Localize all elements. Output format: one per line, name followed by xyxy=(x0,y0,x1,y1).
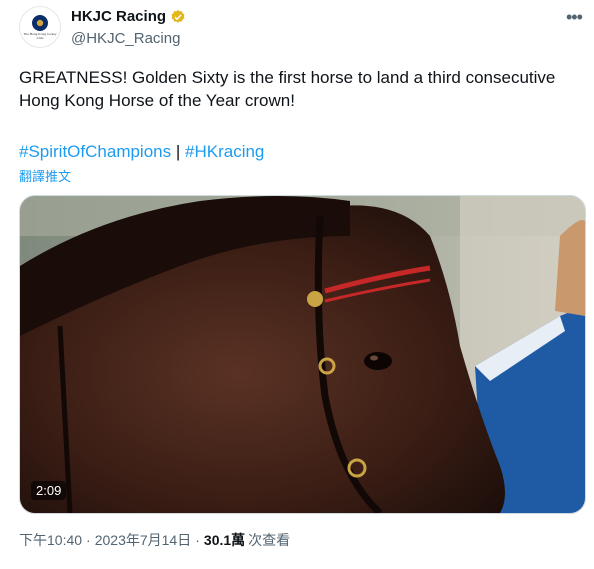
hashtag-separator: | xyxy=(175,142,181,161)
handle[interactable]: @HKJC_Racing xyxy=(71,30,180,47)
tweet-date[interactable]: 2023年7月14日 xyxy=(95,530,192,550)
hkjc-crest-icon xyxy=(32,14,48,31)
meta-dot: · xyxy=(195,532,200,548)
views-count: 30.1萬 xyxy=(203,532,246,548)
video-duration: 2:09 xyxy=(31,481,67,500)
name-row: HKJC Racing xyxy=(71,8,186,25)
video-player[interactable]: 2:09 xyxy=(19,195,586,514)
meta-dot: · xyxy=(86,532,91,548)
translate-tweet-link[interactable]: 翻譯推文 xyxy=(19,166,71,185)
hashtags: #SpiritOfChampions | #HKracing xyxy=(19,140,264,163)
display-name[interactable]: HKJC Racing xyxy=(71,8,166,25)
tweet-time[interactable]: 下午10:40 xyxy=(19,530,82,550)
avatar-caption: The Hong Kong Jockey Club xyxy=(23,31,57,40)
avatar[interactable]: The Hong Kong Jockey Club xyxy=(19,6,61,48)
hashtag-link[interactable]: #HKracing xyxy=(185,142,264,161)
tweet-text: GREATNESS! Golden Sixty is the first hor… xyxy=(19,68,556,110)
hashtag-link[interactable]: #SpiritOfChampions xyxy=(19,142,171,161)
verified-badge-icon xyxy=(171,9,185,23)
more-icon[interactable]: ••• xyxy=(566,8,583,26)
tweet-meta: 下午10:40 · 2023年7月14日 · 30.1萬 次查看 xyxy=(19,530,290,550)
video-frame-horse xyxy=(20,196,585,513)
views-label: 次查看 xyxy=(248,532,291,548)
